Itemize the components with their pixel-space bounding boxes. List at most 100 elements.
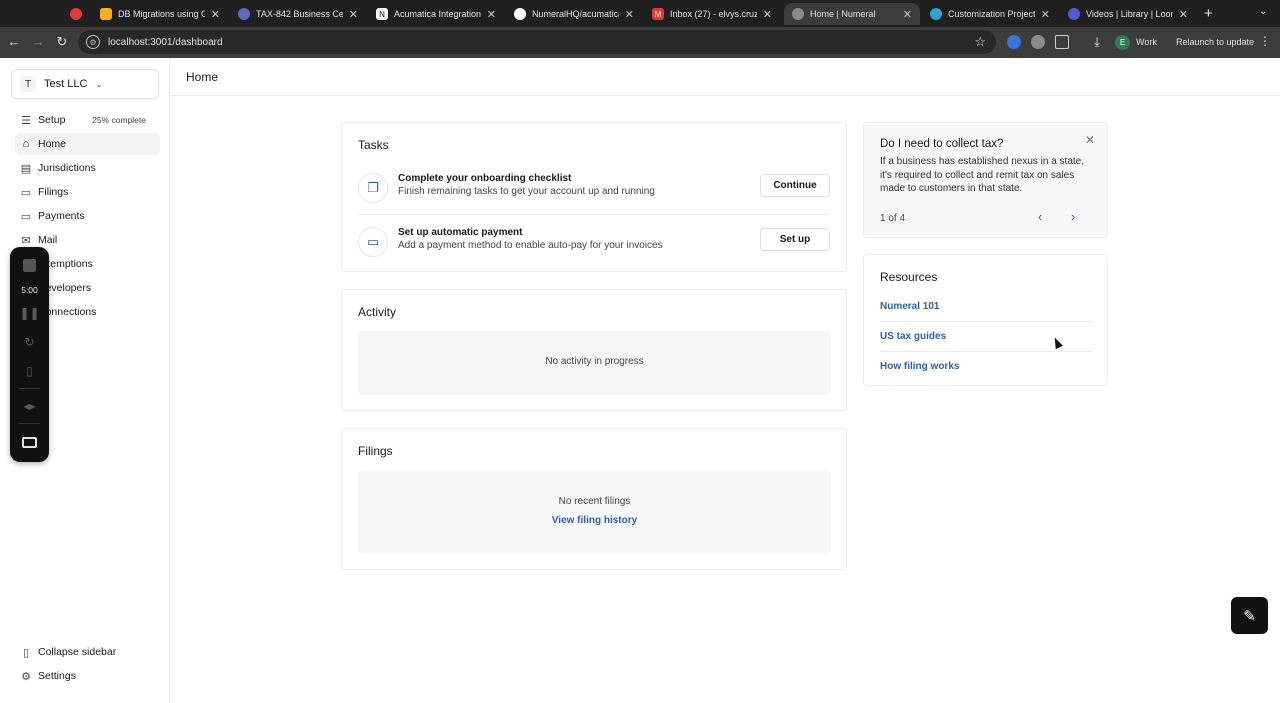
chevron-down-icon[interactable]: ⌄ (1259, 6, 1267, 17)
gear-icon: ⚙ (21, 670, 31, 683)
recording-timer: 5:00 (21, 285, 38, 295)
org-name: Test LLC (44, 78, 88, 90)
sidebar-icon: ▯ (22, 646, 30, 659)
close-icon[interactable]: ✕ (349, 8, 358, 21)
site-info-icon[interactable]: ⚙ (86, 35, 100, 49)
close-icon[interactable]: ✕ (1041, 8, 1050, 21)
sidebar-item-settings[interactable]: ⚙ Settings (15, 665, 160, 687)
divider (880, 351, 1092, 352)
close-icon[interactable]: ✕ (1179, 8, 1188, 21)
view-filing-history-link[interactable]: View filing history (358, 515, 831, 526)
address-bar[interactable]: ⚙ localhost:3001/dashboard ☆ (78, 30, 996, 54)
collapse-sidebar-button[interactable]: ▯ Collapse sidebar (15, 641, 160, 663)
app-page: T Test LLC ⌄ ☰ Setup 25% complete ⌂ Home… (0, 58, 1280, 703)
tasks-title: Tasks (358, 138, 389, 152)
browser-tab[interactable] (62, 3, 92, 25)
divider (19, 423, 40, 424)
org-avatar: T (20, 76, 36, 92)
resource-link-us-tax-guides[interactable]: US tax guides (880, 331, 946, 342)
folder-icon: ▭ (20, 186, 32, 199)
setup-progress: 25% complete (92, 115, 146, 125)
download-icon[interactable]: ⤓ (1089, 34, 1105, 50)
url-text: localhost:3001/dashboard (108, 36, 223, 48)
sidebar-item-filings[interactable]: ▭ Filings (15, 181, 160, 203)
loom-icon (1068, 8, 1080, 20)
tip-body: If a business has established nexus in a… (880, 156, 1085, 194)
close-icon[interactable]: ✕ (1085, 133, 1095, 147)
sidebar-item-payments[interactable]: ▭ Payments (15, 205, 160, 227)
tip-title: Do I need to collect tax? (880, 138, 1004, 150)
puzzle-icon[interactable] (1055, 35, 1069, 49)
github-icon (514, 8, 526, 20)
tasks-card: Tasks ❐ Complete your onboarding checkli… (341, 122, 847, 272)
new-tab-icon[interactable]: + (1204, 5, 1213, 22)
restart-icon[interactable]: ↻ (10, 335, 49, 349)
filings-empty-state: No recent filings View filing history (358, 470, 831, 554)
divider (19, 388, 40, 389)
close-icon[interactable]: ✕ (903, 8, 912, 21)
continue-button[interactable]: Continue (760, 174, 830, 197)
browser-tab[interactable]: TAX-842 Business Cent ✕ (230, 3, 366, 25)
close-icon[interactable]: ✕ (487, 8, 496, 21)
acumatica-icon (930, 8, 942, 20)
trash-icon[interactable]: ▯ (10, 364, 49, 378)
record-icon (70, 8, 82, 20)
browser-tab[interactable]: M Inbox (27) - elvys.cruz@ ✕ (644, 3, 780, 25)
close-icon[interactable]: ✕ (763, 8, 772, 21)
resource-link-numeral-101[interactable]: Numeral 101 (880, 301, 939, 312)
profile-button[interactable]: E Work (1115, 32, 1157, 52)
screen-recorder-controls: 5:00 ❚❚ ↻ ▯ ◂▸ (10, 247, 49, 462)
bookmark-icon (100, 8, 112, 20)
extension-icon[interactable] (1007, 35, 1021, 49)
org-switcher[interactable]: T Test LLC ⌄ (11, 69, 159, 99)
browser-tab[interactable]: Videos | Library | Loom ✕ (1060, 3, 1196, 25)
star-icon[interactable]: ☆ (974, 34, 986, 50)
chevron-right-icon[interactable]: › (1071, 209, 1075, 224)
sidebar-item-home[interactable]: ⌂ Home (15, 133, 160, 155)
pause-icon[interactable]: ❚❚ (10, 306, 49, 320)
camera-icon[interactable] (22, 437, 37, 448)
stop-recording-icon[interactable] (23, 259, 36, 272)
jira-icon (238, 8, 250, 20)
list-icon: ☰ (21, 114, 31, 127)
mail-icon: ✉ (21, 234, 31, 247)
tip-counter: 1 of 4 (880, 213, 906, 224)
back-arrow-icon[interactable]: ← (6, 34, 22, 49)
resources-title: Resources (880, 270, 938, 284)
browser-tab[interactable]: DB Migrations using Git ✕ (92, 3, 228, 25)
filings-title: Filings (358, 444, 393, 458)
relaunch-button[interactable]: Relaunch to update (1168, 32, 1262, 52)
browser-tab[interactable]: NumeralHQ/acumatica-i ✕ (506, 3, 642, 25)
browser-tab[interactable]: N Acumatica Integration | ✕ (368, 3, 504, 25)
more-menu-icon[interactable]: ⋮ (1259, 34, 1271, 48)
sidebar-item-jurisdictions[interactable]: ▤ Jurisdictions (15, 157, 160, 179)
task-onboarding: ❐ Complete your onboarding checklist Fin… (358, 169, 830, 213)
map-icon: ▤ (20, 162, 32, 175)
divider (880, 321, 1092, 322)
credit-card-icon: ▭ (358, 227, 388, 257)
divider (358, 214, 830, 215)
browser-tab-active[interactable]: Home | Numeral ✕ (784, 3, 920, 25)
chevron-left-icon[interactable]: ‹ (1038, 209, 1042, 224)
page-header: Home (171, 58, 1280, 96)
reload-icon[interactable]: ↻ (54, 34, 70, 50)
sidebar-item-setup[interactable]: ☰ Setup 25% complete (15, 109, 160, 131)
forward-arrow-icon[interactable]: → (30, 34, 46, 49)
close-icon[interactable]: ✕ (625, 8, 634, 21)
notion-icon: N (376, 8, 388, 20)
set-up-button[interactable]: Set up (760, 228, 830, 251)
activity-card: Activity No activity in progress (341, 289, 847, 411)
compose-icon[interactable]: ✎ (1231, 597, 1268, 634)
browser-tab[interactable]: Customization Projects ✕ (922, 3, 1058, 25)
chevron-down-icon: ⌄ (95, 78, 103, 89)
resource-link-how-filing-works[interactable]: How filing works (880, 361, 959, 372)
draw-icon[interactable]: ◂▸ (10, 399, 49, 413)
extension-icon[interactable] (1031, 35, 1045, 49)
credit-card-icon: ▭ (20, 210, 32, 223)
resources-card: Resources Numeral 101 US tax guides How … (863, 254, 1108, 386)
page-title: Home (186, 70, 219, 84)
filings-card: Filings No recent filings View filing hi… (341, 428, 847, 570)
activity-empty-state: No activity in progress (358, 331, 831, 395)
close-icon[interactable]: ✕ (211, 8, 220, 21)
browser-tab-bar: DB Migrations using Git ✕ TAX-842 Busine… (0, 0, 1280, 27)
